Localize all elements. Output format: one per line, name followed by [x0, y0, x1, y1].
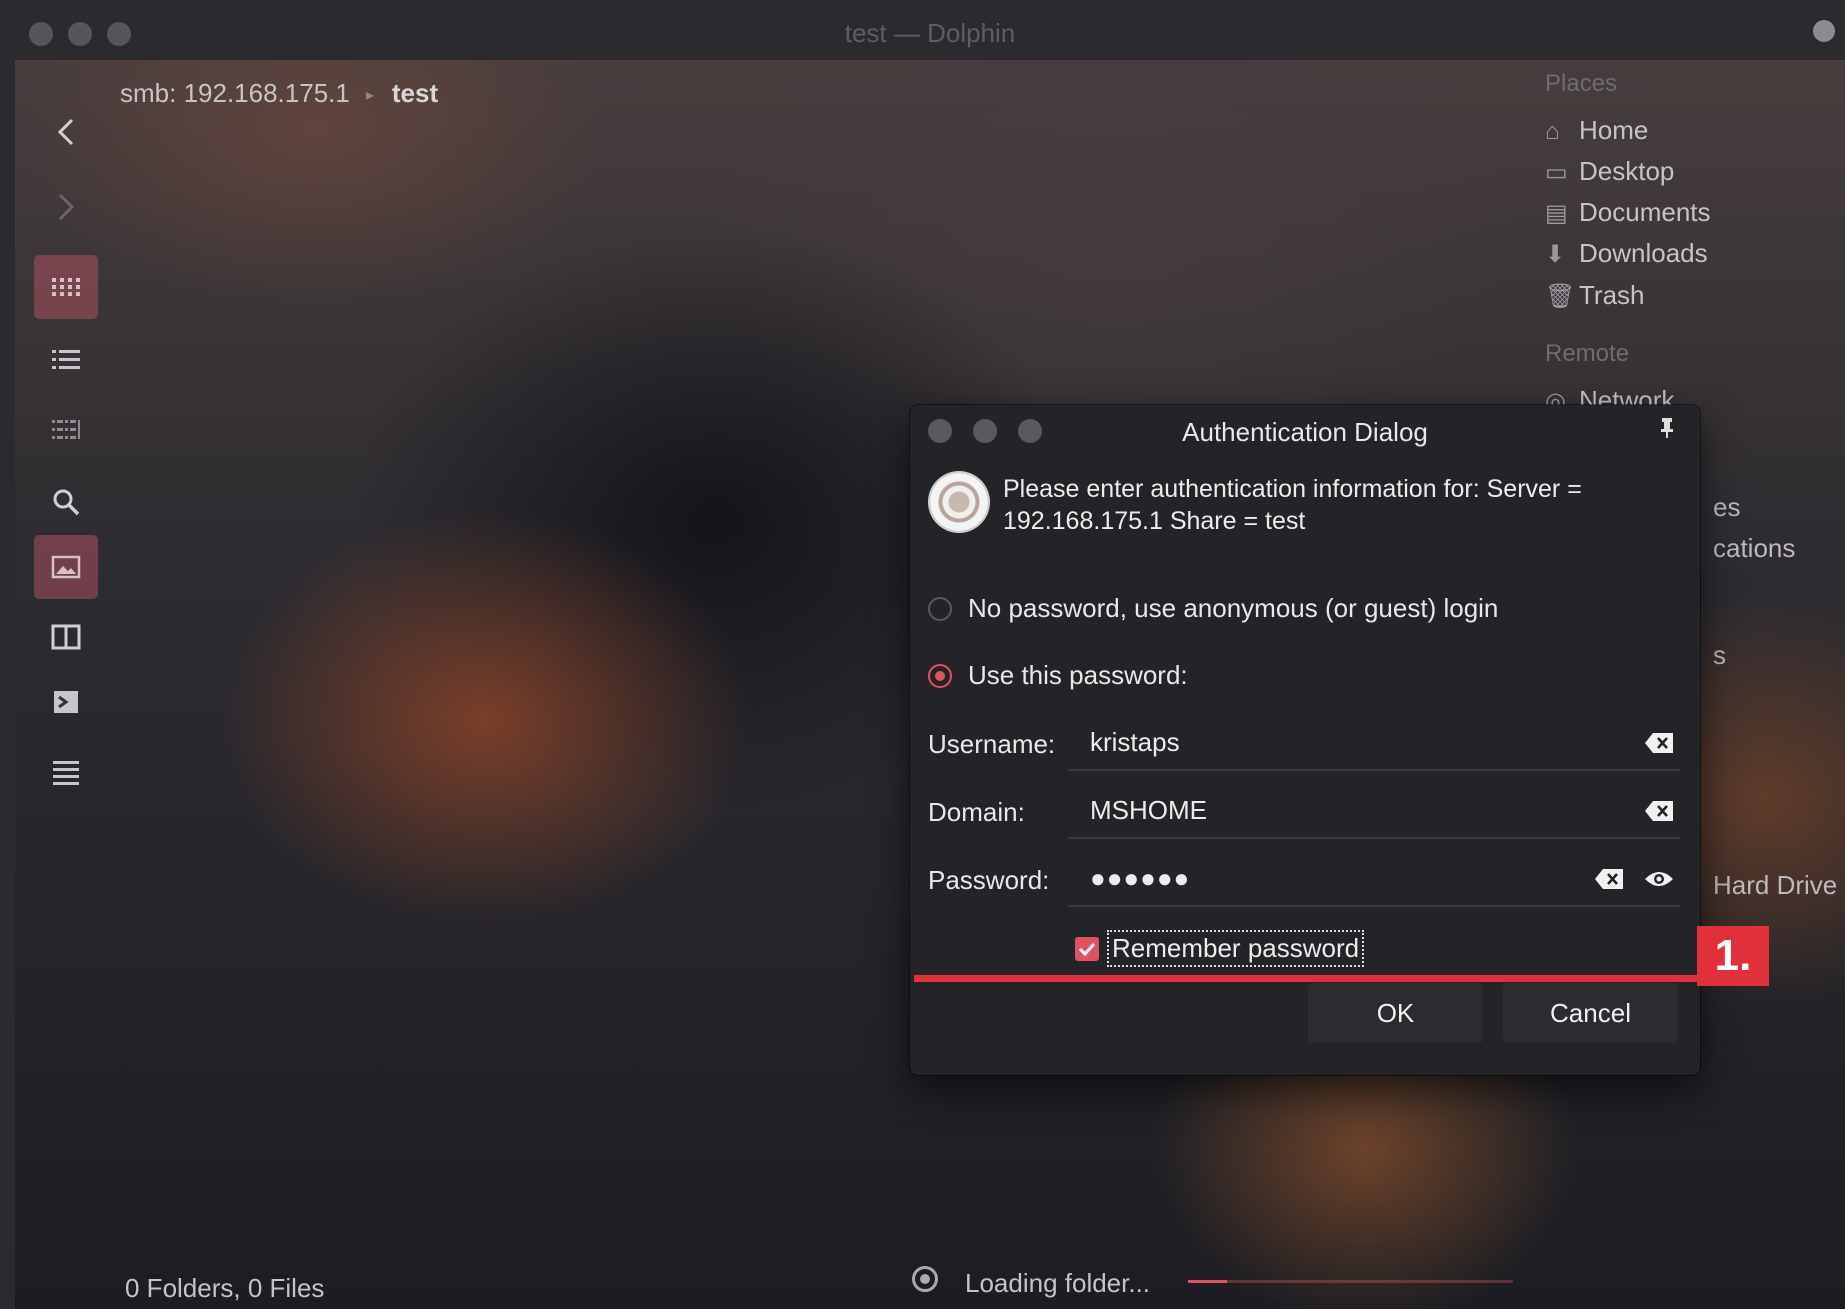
breadcrumb-separator-icon[interactable]: ▸ — [366, 85, 374, 105]
remember-password-checkbox[interactable] — [1075, 936, 1099, 961]
split-view-icon — [51, 624, 81, 650]
folder-summary: 0 Folders, 0 Files — [125, 1273, 325, 1303]
places-section-header: Places — [1545, 70, 1618, 97]
cancel-button[interactable]: Cancel — [1503, 983, 1678, 1043]
username-row: Username: — [928, 715, 1680, 775]
clear-username-icon[interactable] — [1643, 731, 1675, 755]
grid-icon — [52, 278, 80, 296]
window-title: test — Dolphin — [844, 18, 1016, 48]
documents-icon: ▤ — [1545, 200, 1568, 227]
use-password-option[interactable]: Use this password: — [928, 660, 1188, 691]
places-item-downloads[interactable]: ⬇ Downloads — [1545, 238, 1708, 269]
domain-row: Domain: — [928, 783, 1680, 843]
chevron-right-icon — [58, 193, 75, 221]
clear-domain-icon[interactable] — [1643, 799, 1675, 823]
globe-icon[interactable] — [1813, 20, 1835, 42]
loading-progress-bar — [1188, 1280, 1513, 1283]
anonymous-radio-label: No password, use anonymous (or guest) lo… — [968, 593, 1499, 623]
breadcrumb: smb: 192.168.175.1 ▸ test — [120, 78, 438, 109]
annotation-underline — [914, 975, 1702, 982]
left-toolbar — [15, 60, 125, 820]
remote-section-header: Remote — [1545, 340, 1630, 367]
search-button[interactable] — [34, 470, 98, 534]
breadcrumb-path[interactable]: smb: 192.168.175.1 — [120, 78, 350, 108]
password-row: Password: — [928, 851, 1680, 911]
compact-view-icon — [52, 420, 80, 439]
preview-button[interactable] — [34, 535, 98, 599]
details-view-button[interactable] — [34, 328, 98, 392]
places-item-trash[interactable]: 🗑 Trash — [1545, 280, 1645, 311]
search-icon — [53, 489, 80, 516]
domain-input[interactable] — [1068, 783, 1680, 839]
password-label: Password: — [928, 865, 1050, 895]
auth-prompt: Please enter authentication information … — [1003, 475, 1582, 535]
ok-button[interactable]: OK — [1308, 983, 1483, 1043]
image-icon — [51, 555, 81, 579]
menu-button[interactable] — [34, 740, 98, 804]
places-item-partial[interactable]: cations — [1713, 533, 1795, 564]
username-input[interactable] — [1068, 715, 1680, 771]
use-password-radio[interactable] — [928, 663, 952, 688]
use-password-radio-label: Use this password: — [968, 660, 1188, 690]
places-item-desktop[interactable]: ▭ Desktop — [1545, 156, 1674, 187]
pin-icon[interactable] — [1660, 417, 1674, 446]
remember-password-row[interactable]: Remember password — [1075, 930, 1365, 967]
places-item-hard-drive[interactable]: Hard Drive — [1713, 870, 1837, 901]
password-input[interactable] — [1068, 851, 1680, 907]
dialog-title: Authentication Dialog — [1182, 417, 1428, 447]
compact-view-button[interactable] — [34, 398, 98, 462]
downloads-icon: ⬇ — [1545, 241, 1566, 268]
icons-view-button[interactable] — [34, 255, 98, 319]
remember-password-label: Remember password — [1107, 930, 1365, 967]
split-view-button[interactable] — [34, 605, 98, 669]
forward-button[interactable] — [34, 175, 98, 239]
username-label: Username: — [928, 729, 1056, 759]
clear-password-icon[interactable] — [1593, 867, 1625, 891]
places-item-partial[interactable]: es — [1713, 492, 1740, 523]
terminal-icon — [54, 691, 78, 713]
terminal-button[interactable] — [34, 670, 98, 734]
hamburger-menu-icon — [53, 761, 79, 785]
show-password-eye-icon[interactable] — [1643, 867, 1675, 891]
loading-progress-fill — [1188, 1280, 1227, 1283]
places-item-documents[interactable]: ▤ Documents — [1545, 197, 1711, 228]
back-button[interactable] — [34, 100, 98, 164]
check-icon — [1078, 942, 1096, 956]
window-titlebar[interactable]: test — Dolphin — [15, 0, 1845, 60]
home-icon: ⌂ — [1545, 118, 1560, 145]
anonymous-radio[interactable] — [928, 596, 952, 621]
places-item-partial[interactable]: s — [1713, 640, 1726, 671]
list-icon — [52, 350, 80, 369]
anonymous-login-option[interactable]: No password, use anonymous (or guest) lo… — [928, 593, 1498, 624]
chevron-left-icon — [57, 118, 74, 146]
loading-spinner-icon — [912, 1266, 938, 1292]
loading-text: Loading folder... — [965, 1268, 1151, 1298]
trash-icon: 🗑 — [1545, 283, 1576, 310]
network-share-icon — [930, 473, 988, 531]
breadcrumb-current[interactable]: test — [392, 78, 438, 108]
annotation-step-badge: 1. — [1697, 926, 1769, 986]
domain-label: Domain: — [928, 797, 1025, 827]
desktop-icon: ▭ — [1545, 159, 1568, 186]
places-item-home[interactable]: ⌂ Home — [1545, 115, 1648, 146]
